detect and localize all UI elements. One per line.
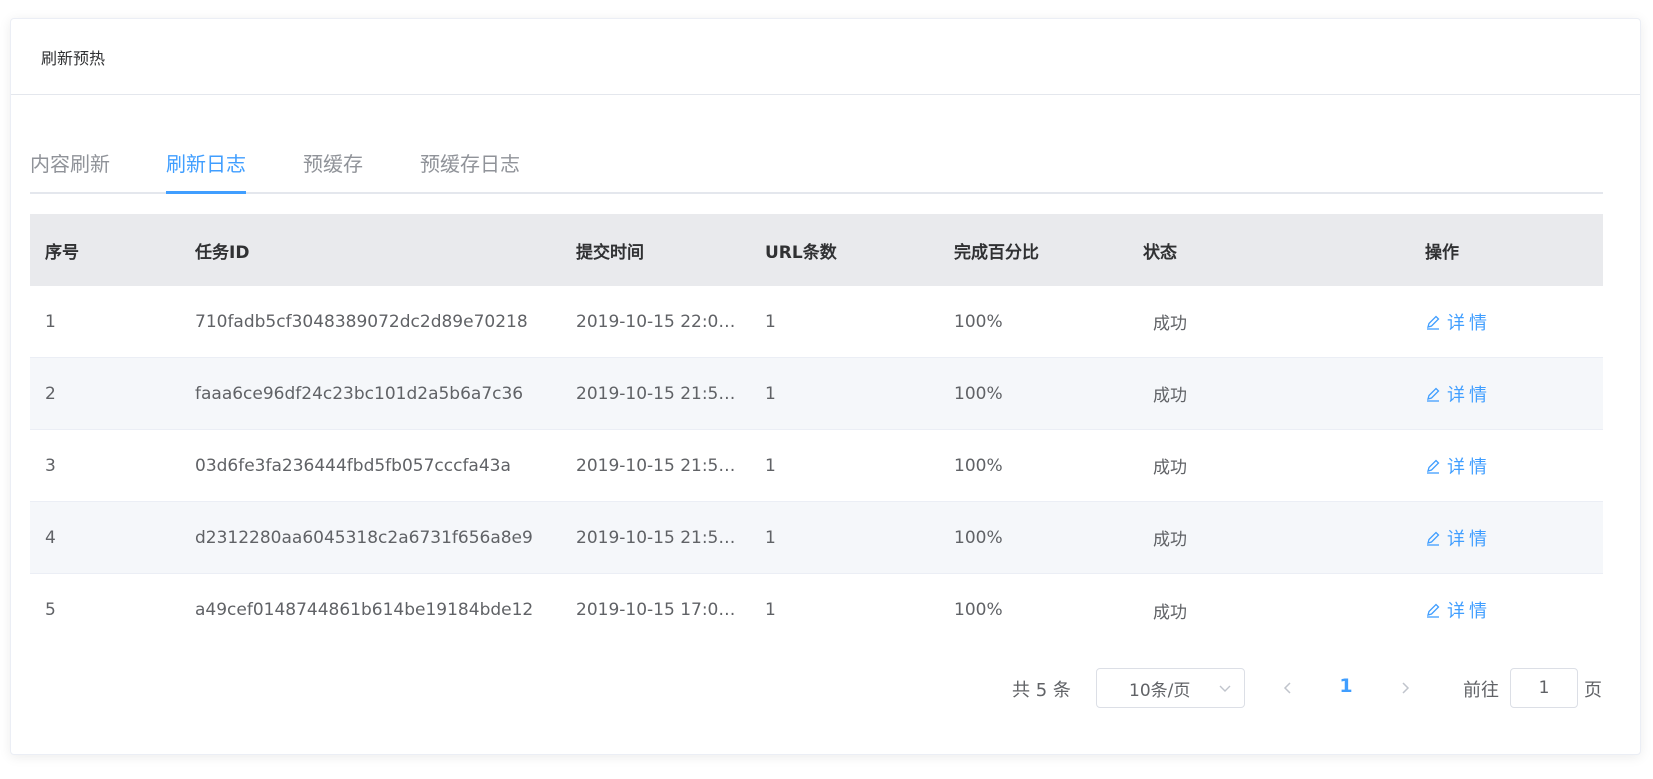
detail-link[interactable]: 详情 bbox=[1425, 525, 1491, 551]
page-number-current[interactable]: 1 bbox=[1334, 675, 1358, 697]
cell-status: 成功 bbox=[1153, 458, 1187, 478]
edit-icon bbox=[1427, 603, 1440, 618]
cell-task-id: 710fadb5cf3048389072dc2d89e70218 bbox=[195, 311, 528, 332]
refresh-log-table: 序号 任务ID 提交时间 URL条数 完成百分比 状态 操作 1 710fadb… bbox=[30, 214, 1603, 646]
chevron-down-icon bbox=[1219, 685, 1231, 692]
column-header-status: 状态 bbox=[1143, 242, 1177, 263]
table-header: 序号 任务ID 提交时间 URL条数 完成百分比 状态 操作 bbox=[30, 214, 1603, 286]
goto-label: 前往 bbox=[1463, 680, 1499, 701]
cell-url-count: 1 bbox=[765, 383, 776, 404]
edit-icon bbox=[1427, 459, 1440, 474]
goto-page-input[interactable] bbox=[1510, 668, 1578, 708]
page-unit-label: 页 bbox=[1584, 680, 1602, 701]
column-header-action: 操作 bbox=[1425, 242, 1459, 263]
cell-percent: 100% bbox=[954, 600, 1003, 620]
tab-preload-log[interactable]: 预缓存日志 bbox=[420, 148, 520, 177]
cell-url-count: 1 bbox=[765, 455, 776, 476]
cell-index: 2 bbox=[45, 383, 56, 404]
column-header-url-count: URL条数 bbox=[765, 242, 837, 263]
cell-status: 成功 bbox=[1153, 602, 1187, 623]
chevron-left-icon bbox=[1283, 682, 1291, 694]
cell-submit-time: 2019-10-15 21:5… bbox=[576, 383, 736, 404]
table-row: 4 d2312280aa6045318c2a6731f656a8e9 2019-… bbox=[30, 502, 1603, 574]
next-page-button[interactable] bbox=[1393, 676, 1417, 700]
table-row: 1 710fadb5cf3048389072dc2d89e70218 2019-… bbox=[30, 286, 1603, 358]
detail-link-label: 详情 bbox=[1447, 528, 1491, 550]
detail-link-label: 详情 bbox=[1447, 384, 1491, 406]
cell-percent: 100% bbox=[954, 455, 1003, 476]
cell-index: 5 bbox=[45, 600, 56, 620]
cell-url-count: 1 bbox=[765, 600, 776, 620]
cell-status: 成功 bbox=[1153, 314, 1187, 334]
tab-bar: 内容刷新 刷新日志 预缓存 预缓存日志 bbox=[30, 134, 1603, 194]
edit-icon bbox=[1427, 387, 1440, 402]
cell-url-count: 1 bbox=[765, 311, 776, 332]
cell-task-id: 03d6fe3fa236444fbd5fb057cccfa43a bbox=[195, 455, 511, 476]
cell-url-count: 1 bbox=[765, 527, 776, 548]
edit-icon bbox=[1427, 315, 1440, 330]
edit-icon bbox=[1427, 531, 1440, 546]
cell-percent: 100% bbox=[954, 383, 1003, 404]
card-header: 刷新预热 bbox=[11, 19, 1640, 95]
detail-link-label: 详情 bbox=[1447, 601, 1491, 622]
page-size-value: 10条/页 bbox=[1129, 680, 1191, 701]
cell-status: 成功 bbox=[1153, 386, 1187, 406]
cell-index: 1 bbox=[45, 311, 56, 332]
cell-submit-time: 2019-10-15 21:5… bbox=[576, 455, 736, 476]
cell-action: 详情 bbox=[1410, 525, 1603, 551]
detail-link-label: 详情 bbox=[1447, 312, 1491, 334]
cell-task-id: d2312280aa6045318c2a6731f656a8e9 bbox=[195, 527, 533, 548]
cell-status: 成功 bbox=[1153, 530, 1187, 550]
cell-task-id: a49cef0148744861b614be19184bde12 bbox=[195, 600, 534, 620]
tab-preload[interactable]: 预缓存 bbox=[303, 148, 363, 177]
prev-page-button[interactable] bbox=[1276, 676, 1300, 700]
column-header-percent: 完成百分比 bbox=[954, 242, 1039, 263]
detail-link[interactable]: 详情 bbox=[1425, 381, 1491, 407]
cell-submit-time: 2019-10-15 22:0… bbox=[576, 311, 736, 332]
active-tab-indicator bbox=[166, 191, 246, 194]
pagination-total: 共 5 条 bbox=[1012, 680, 1071, 701]
cell-action: 详情 bbox=[1410, 597, 1603, 623]
cell-index: 4 bbox=[45, 527, 56, 548]
cell-percent: 100% bbox=[954, 527, 1003, 548]
column-header-task-id: 任务ID bbox=[195, 242, 250, 263]
card-title: 刷新预热 bbox=[41, 48, 106, 68]
detail-link[interactable]: 详情 bbox=[1425, 453, 1491, 479]
page-size-select[interactable]: 10条/页 bbox=[1096, 668, 1245, 708]
column-header-submit-time: 提交时间 bbox=[576, 242, 644, 263]
table-row: 5 a49cef0148744861b614be19184bde12 2019-… bbox=[30, 574, 1603, 646]
chevron-right-icon bbox=[1402, 682, 1410, 694]
detail-link[interactable]: 详情 bbox=[1425, 309, 1491, 335]
cell-submit-time: 2019-10-15 21:5… bbox=[576, 527, 736, 548]
table-row: 2 faaa6ce96df24c23bc101d2a5b6a7c36 2019-… bbox=[30, 358, 1603, 430]
pagination: 共 5 条 10条/页 1 前往 页 bbox=[0, 668, 1653, 708]
cell-action: 详情 bbox=[1410, 381, 1603, 407]
cell-percent: 100% bbox=[954, 311, 1003, 332]
tab-refresh-log[interactable]: 刷新日志 bbox=[166, 148, 246, 177]
cell-action: 详情 bbox=[1410, 453, 1603, 479]
tab-content-refresh[interactable]: 内容刷新 bbox=[30, 148, 110, 177]
table-row: 3 03d6fe3fa236444fbd5fb057cccfa43a 2019-… bbox=[30, 430, 1603, 502]
detail-link-label: 详情 bbox=[1447, 456, 1491, 478]
cell-index: 3 bbox=[45, 455, 56, 476]
cell-submit-time: 2019-10-15 17:0… bbox=[576, 600, 736, 620]
cell-task-id: faaa6ce96df24c23bc101d2a5b6a7c36 bbox=[195, 383, 524, 404]
cell-action: 详情 bbox=[1410, 309, 1603, 335]
column-header-index: 序号 bbox=[45, 242, 79, 263]
detail-link[interactable]: 详情 bbox=[1425, 597, 1491, 623]
